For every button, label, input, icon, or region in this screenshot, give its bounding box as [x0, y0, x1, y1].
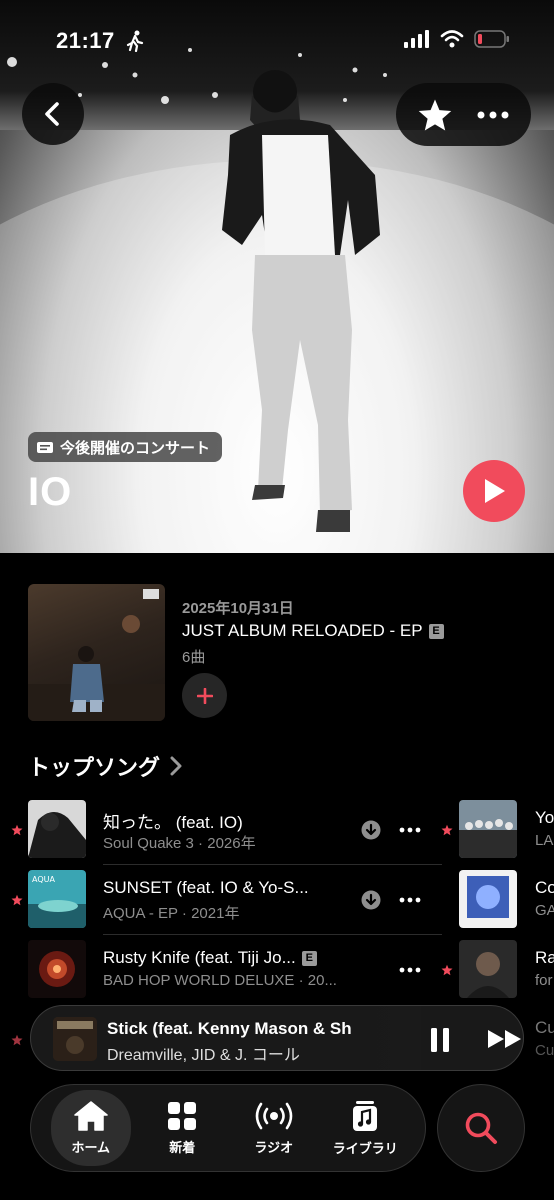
- play-icon: [485, 479, 505, 503]
- song-row[interactable]: AQUA SUNSET (feat. IO & Yo-S... AQUA - E…: [0, 870, 554, 935]
- ellipsis-icon[interactable]: [399, 960, 421, 980]
- wifi-icon: [440, 30, 464, 48]
- add-to-library-button[interactable]: [182, 673, 227, 718]
- ticket-icon: [37, 442, 53, 453]
- song-subtitle: Soul Quake 3 · 2026年: [103, 835, 256, 852]
- ellipsis-icon[interactable]: [399, 890, 421, 910]
- explicit-badge: E: [301, 950, 317, 966]
- artist-name: IO: [28, 470, 73, 514]
- release-date: 2025年10月31日: [182, 600, 294, 617]
- song-title: Ra: [535, 948, 554, 967]
- tab-library[interactable]: ライブラリ: [325, 1100, 405, 1157]
- ellipsis-icon[interactable]: [399, 820, 421, 840]
- plus-icon: [196, 687, 213, 704]
- release-title: JUST ALBUM RELOADED - EP: [182, 621, 423, 640]
- battery-low-icon: [474, 30, 509, 48]
- song-title: SUNSET (feat. IO & Yo-S...: [103, 878, 309, 897]
- header-actions: [396, 83, 531, 146]
- play-button[interactable]: [463, 460, 525, 522]
- back-button[interactable]: [22, 83, 84, 145]
- mini-player-fade: [361, 1006, 421, 1070]
- favorite-star-icon: [441, 964, 453, 976]
- top-songs-title: トップソング: [28, 755, 161, 780]
- downloaded-icon: [361, 890, 381, 910]
- tab-new[interactable]: 新着: [142, 1101, 222, 1156]
- row-divider: [103, 934, 442, 935]
- song-artwork: [459, 870, 517, 928]
- status-bar: 21:17: [0, 0, 554, 80]
- status-time: 21:17: [56, 28, 115, 53]
- tab-label: ライブラリ: [332, 1140, 398, 1156]
- search-icon: [465, 1112, 497, 1144]
- pause-icon[interactable]: [429, 1027, 451, 1053]
- song-artwork: [28, 940, 86, 998]
- tab-home[interactable]: ホーム: [50, 1090, 131, 1166]
- chevron-right-icon: [170, 756, 182, 776]
- status-icons: [404, 30, 510, 48]
- favorite-star-icon: [11, 894, 23, 906]
- top-songs-heading[interactable]: トップソング: [28, 750, 182, 782]
- tab-label: 新着: [169, 1139, 196, 1155]
- song-artwork: [28, 800, 86, 858]
- song-subtitle: Cu: [535, 1042, 554, 1059]
- now-playing-artist: Dreamville, JID & J. コール: [107, 1047, 300, 1064]
- library-icon: [353, 1100, 378, 1131]
- release-title-row[interactable]: JUST ALBUM RELOADED - EP E: [182, 621, 444, 641]
- grid-icon: [168, 1101, 197, 1130]
- latest-release-artwork[interactable]: [28, 584, 165, 721]
- song-title-row: Rusty Knife (feat. Tiji Jo... E: [103, 948, 317, 968]
- song-subtitle: LA: [535, 832, 554, 849]
- star-icon[interactable]: [417, 98, 453, 132]
- home-icon: [74, 1100, 108, 1131]
- cellular-signal-icon: [404, 30, 429, 48]
- song-subtitle: AQUA - EP · 2021年: [103, 905, 240, 922]
- search-button[interactable]: [437, 1084, 525, 1172]
- song-artwork: AQUA: [28, 870, 86, 928]
- song-title: Rusty Knife (feat. Tiji Jo...: [103, 948, 296, 967]
- release-track-count: 6曲: [182, 649, 206, 666]
- tab-radio[interactable]: ラジオ: [234, 1101, 314, 1156]
- svg-text:AQUA: AQUA: [32, 875, 55, 884]
- favorite-star-icon: [11, 1034, 23, 1046]
- song-title: Cu: [535, 1018, 554, 1037]
- chevron-left-icon: [45, 102, 59, 126]
- song-artwork: [459, 800, 517, 858]
- radio-icon: [255, 1102, 293, 1129]
- ellipsis-icon[interactable]: [476, 111, 510, 119]
- song-title: 知った。 (feat. IO): [103, 813, 243, 832]
- favorite-star-icon: [441, 824, 453, 836]
- song-artwork: [459, 940, 517, 998]
- downloaded-icon: [361, 820, 381, 840]
- song-subtitle: for: [535, 972, 553, 989]
- walking-icon: [126, 30, 144, 52]
- tab-label: ラジオ: [254, 1139, 294, 1155]
- artist-hero: 21:17 今後開催のコンサート IO: [0, 0, 554, 553]
- tab-label: ホーム: [71, 1139, 111, 1155]
- upcoming-concerts-badge[interactable]: 今後開催のコンサート: [28, 432, 223, 462]
- album-cover: [28, 589, 165, 721]
- song-subtitle: GA: [535, 902, 554, 919]
- now-playing-title: Stick (feat. Kenny Mason & Sh: [107, 1019, 352, 1038]
- upcoming-concerts-label: 今後開催のコンサート: [60, 439, 211, 457]
- song-row[interactable]: Rusty Knife (feat. Tiji Jo... E BAD HOP …: [0, 940, 554, 1002]
- row-divider: [103, 864, 442, 865]
- song-title: Co: [535, 878, 554, 897]
- tab-bar: ホーム 新着 ラジオ ライブラリ: [30, 1084, 426, 1172]
- favorite-star-icon: [11, 824, 23, 836]
- now-playing-artwork: [53, 1017, 97, 1061]
- song-title: Yo: [535, 808, 554, 827]
- song-row[interactable]: 知った。 (feat. IO) Soul Quake 3 · 2026年 Yo …: [0, 800, 554, 865]
- explicit-badge: E: [428, 623, 444, 639]
- mini-player[interactable]: Stick (feat. Kenny Mason & Sh Dreamville…: [30, 1005, 524, 1071]
- fast-forward-icon[interactable]: [487, 1028, 523, 1050]
- song-subtitle: BAD HOP WORLD DELUXE · 20...: [103, 972, 337, 989]
